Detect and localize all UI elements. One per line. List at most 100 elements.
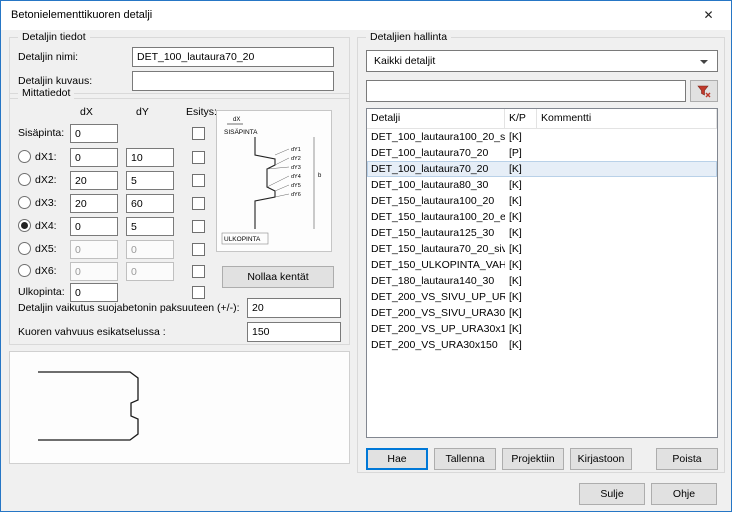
detail-name-input[interactable]: [132, 47, 334, 67]
window-title: Betonielementtikuoren detalji: [11, 9, 152, 21]
dx3-dx-input[interactable]: [70, 194, 118, 213]
close-icon[interactable]: ✕: [686, 1, 731, 29]
group-mittatiedot: Mittatiedot dX dY Esitys: Sisäpinta: dX1…: [9, 93, 350, 345]
dx5-label: dX5:: [35, 243, 57, 255]
dx6-dy-input: [126, 262, 174, 281]
diagram-ulkopinta-label: ULKOPINTA: [224, 236, 261, 243]
dx4-dx-input[interactable]: [70, 217, 118, 236]
dx1-dy-input[interactable]: [126, 148, 174, 167]
cover-thickness-input[interactable]: [247, 298, 341, 318]
diagram-sisapinta-label: SISÄPINTA: [224, 128, 258, 136]
profile-diagram-image: dX SISÄPINTA dY1 dY2 dY3 dY4 dY5 dY6 b U…: [216, 110, 332, 252]
diagram-dx-label: dX: [233, 117, 240, 123]
delete-button[interactable]: Poista: [656, 448, 718, 470]
list-item[interactable]: DET_100_lautaura80_30[K]: [367, 177, 717, 193]
list-item[interactable]: DET_150_ULKOPINTA_VAHV[K]: [367, 257, 717, 273]
group-title: Detaljien hallinta: [366, 31, 451, 43]
sisapinta-esitys-checkbox[interactable]: [192, 127, 205, 140]
dx5-dy-input: [126, 240, 174, 259]
dx5-radio[interactable]: [18, 242, 31, 255]
list-item[interactable]: DET_200_VS_URA30x150[K]: [367, 337, 717, 353]
column-header-dx: dX: [80, 106, 93, 118]
column-header-kommentti[interactable]: Kommentti: [537, 109, 717, 128]
detail-search-input[interactable]: [366, 80, 686, 102]
close-dialog-button[interactable]: Sulje: [579, 483, 645, 505]
dx1-label: dX1:: [35, 151, 57, 163]
diagram-dy3-label: dY3: [291, 165, 301, 171]
detail-list-body: DET_100_lautaura100_20_sivulle[K]DET_100…: [367, 129, 717, 353]
dx2-dy-input[interactable]: [126, 171, 174, 190]
detail-list-header[interactable]: Detalji K/P Kommentti: [367, 109, 717, 129]
save-button[interactable]: Tallenna: [434, 448, 496, 470]
list-item[interactable]: DET_100_lautaura70_20[P]: [367, 145, 717, 161]
shell-thickness-label: Kuoren vahvuus esikatselussa :: [18, 326, 166, 338]
dx6-radio[interactable]: [18, 264, 31, 277]
detail-name-label: Detaljin nimi:: [18, 51, 78, 63]
detail-filter-dropdown[interactable]: Kaikki detaljit: [366, 50, 718, 72]
titlebar: Betonielementtikuoren detalji ✕: [1, 1, 731, 30]
dx1-radio[interactable]: [18, 150, 31, 163]
reset-fields-button[interactable]: Nollaa kentät: [222, 266, 334, 288]
dx3-esitys-checkbox[interactable]: [192, 197, 205, 210]
to-library-button[interactable]: Kirjastoon: [570, 448, 632, 470]
diagram-dy1-label: dY1: [291, 147, 301, 153]
dx3-label: dX3:: [35, 197, 57, 209]
detail-list: Detalji K/P Kommentti DET_100_lautaura10…: [366, 108, 718, 438]
dx4-label: dX4:: [35, 220, 57, 232]
dx2-esitys-checkbox[interactable]: [192, 174, 205, 187]
ulkopinta-label: Ulkopinta:: [18, 286, 65, 298]
diagram-b-label: b: [318, 173, 322, 179]
detail-description-input[interactable]: [132, 71, 334, 91]
list-item[interactable]: DET_100_lautaura70_20[K]: [367, 161, 717, 177]
diagram-dy5-label: dY5: [291, 183, 301, 189]
dx6-esitys-checkbox[interactable]: [192, 265, 205, 278]
column-header-esitys: Esitys:: [186, 106, 217, 118]
dx2-label: dX2:: [35, 174, 57, 186]
dialog-betonielementtikuoren-detalji: Betonielementtikuoren detalji ✕ Detaljin…: [0, 0, 732, 512]
dx2-dx-input[interactable]: [70, 171, 118, 190]
dx3-dy-input[interactable]: [126, 194, 174, 213]
column-header-dy: dY: [136, 106, 149, 118]
list-item[interactable]: DET_200_VS_SIVU_URA30x150[K]: [367, 305, 717, 321]
ulkopinta-dx-input[interactable]: [70, 283, 118, 302]
profile-outline: [38, 372, 138, 440]
dx1-esitys-checkbox[interactable]: [192, 151, 205, 164]
profile-preview-canvas: [9, 351, 350, 464]
dx1-dx-input[interactable]: [70, 148, 118, 167]
column-header-kp[interactable]: K/P: [505, 109, 537, 128]
list-item[interactable]: DET_100_lautaura100_20_sivulle[K]: [367, 129, 717, 145]
dx5-esitys-checkbox[interactable]: [192, 243, 205, 256]
dx3-radio[interactable]: [18, 196, 31, 209]
dx4-radio[interactable]: [18, 219, 31, 232]
diagram-dy4-label: dY4: [291, 174, 301, 180]
to-project-button[interactable]: Projektiin: [502, 448, 564, 470]
sisapinta-label: Sisäpinta:: [18, 127, 64, 139]
list-item[interactable]: DET_150_lautaura100_20[K]: [367, 193, 717, 209]
dx2-radio[interactable]: [18, 173, 31, 186]
dx6-label: dX6:: [35, 265, 57, 277]
filter-clear-icon: [697, 84, 711, 98]
list-item[interactable]: DET_180_lautaura140_30[K]: [367, 273, 717, 289]
group-detaljien-hallinta: Detaljien hallinta Kaikki detaljit Detal…: [357, 37, 725, 473]
list-item[interactable]: DET_200_VS_SIVU_UP_URA30x150[K]: [367, 289, 717, 305]
help-button[interactable]: Ohje: [651, 483, 717, 505]
dx4-esitys-checkbox[interactable]: [192, 220, 205, 233]
dx4-dy-input[interactable]: [126, 217, 174, 236]
detail-description-label: Detaljin kuvaus:: [18, 75, 92, 87]
list-item[interactable]: DET_150_lautaura100_20_et[K]: [367, 209, 717, 225]
search-button[interactable]: Hae: [366, 448, 428, 470]
diagram-dy2-label: dY2: [291, 156, 301, 162]
detail-filter-selected-value: Kaikki detaljit: [374, 55, 435, 67]
dx6-dx-input: [70, 262, 118, 281]
list-item[interactable]: DET_200_VS_UP_URA30x150[K]: [367, 321, 717, 337]
sisapinta-dx-input[interactable]: [70, 124, 118, 143]
dx5-dx-input: [70, 240, 118, 259]
ulkopinta-esitys-checkbox[interactable]: [192, 286, 205, 299]
column-header-detalji[interactable]: Detalji: [367, 109, 505, 128]
clear-filter-button[interactable]: [690, 80, 718, 102]
list-item[interactable]: DET_150_lautaura70_20_sivulle[K]: [367, 241, 717, 257]
list-item[interactable]: DET_150_lautaura125_30[K]: [367, 225, 717, 241]
diagram-dy6-label: dY6: [291, 192, 301, 198]
chevron-down-icon: [700, 60, 708, 64]
shell-thickness-input[interactable]: [247, 322, 341, 342]
